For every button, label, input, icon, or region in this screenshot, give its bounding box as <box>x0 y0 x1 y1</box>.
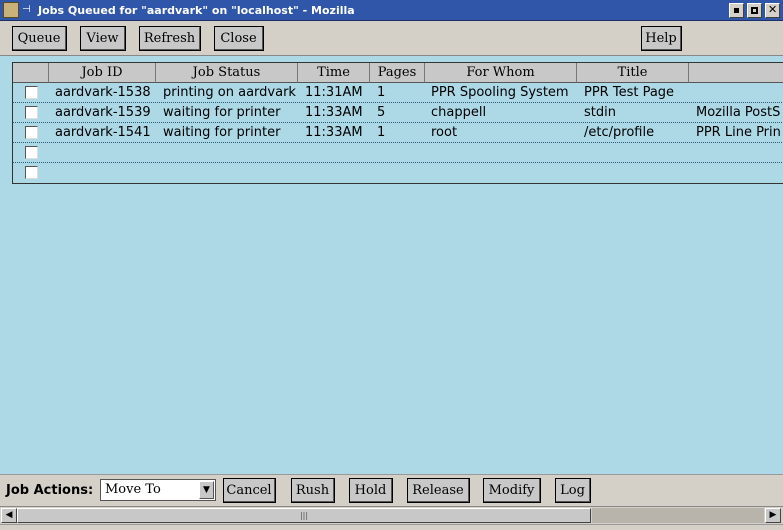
table-row[interactable]: aardvark-1539 waiting for printer 11:33A… <box>13 103 783 123</box>
maximize-icon[interactable] <box>747 2 762 18</box>
extra-cell: Mozilla PostS <box>696 105 781 120</box>
move-to-select[interactable]: Move To ▼ <box>100 479 216 501</box>
job-actions-bar: Job Actions: Move To ▼ Cancel Rush Hold … <box>0 474 783 506</box>
job-actions-label: Job Actions: <box>6 483 94 498</box>
row-checkbox[interactable] <box>25 166 38 179</box>
status-strip <box>0 524 783 530</box>
pages-cell: 1 <box>377 85 386 100</box>
close-icon[interactable] <box>765 2 780 18</box>
minimize-icon[interactable] <box>729 2 744 18</box>
table-row[interactable] <box>13 143 783 163</box>
move-to-value: Move To <box>105 482 161 497</box>
row-checkbox[interactable] <box>25 106 38 119</box>
queue-button[interactable]: Queue <box>12 26 67 51</box>
window-title: Jobs Queued for "aardvark" on "localhost… <box>38 3 355 17</box>
header-job-id[interactable]: Job ID <box>49 63 156 83</box>
row-checkbox[interactable] <box>25 86 38 99</box>
extra-cell: PPR Line Prin <box>696 125 781 140</box>
time-cell: 11:33AM <box>305 125 363 140</box>
header-time[interactable]: Time <box>298 63 370 83</box>
job-status-cell: printing on aardvark <box>163 85 296 100</box>
table-row[interactable]: aardvark-1538 printing on aardvark 11:31… <box>13 83 783 103</box>
time-cell: 11:33AM <box>305 105 363 120</box>
refresh-button[interactable]: Refresh <box>139 26 201 51</box>
job-status-cell: waiting for printer <box>163 105 281 120</box>
header-title[interactable]: Title <box>577 63 689 83</box>
close-button[interactable]: Close <box>214 26 264 51</box>
pages-cell: 1 <box>377 125 386 140</box>
job-status-cell: waiting for printer <box>163 125 281 140</box>
arrow-right-icon[interactable]: ▶ <box>765 508 781 523</box>
release-button[interactable]: Release <box>407 478 470 503</box>
chevron-down-icon[interactable]: ▼ <box>199 481 214 499</box>
row-checkbox[interactable] <box>25 126 38 139</box>
for-whom-cell: chappell <box>431 105 487 120</box>
modify-button[interactable]: Modify <box>483 478 541 503</box>
window-titlebar: ⊣ Jobs Queued for "aardvark" on "localho… <box>0 0 783 21</box>
job-id-cell: aardvark-1539 <box>55 105 151 120</box>
hold-button[interactable]: Hold <box>349 478 393 503</box>
job-id-cell: aardvark-1538 <box>55 85 151 100</box>
mozilla-app-icon[interactable] <box>3 2 19 18</box>
header-job-status[interactable]: Job Status <box>156 63 298 83</box>
cancel-button[interactable]: Cancel <box>223 478 276 503</box>
job-id-cell: aardvark-1541 <box>55 125 151 140</box>
log-button[interactable]: Log <box>555 478 591 503</box>
jobs-content-area: Job ID Job Status Time Pages For Whom Ti… <box>0 56 783 474</box>
arrow-left-icon[interactable]: ◀ <box>1 508 17 523</box>
header-extra[interactable] <box>689 63 783 83</box>
for-whom-cell: root <box>431 125 458 140</box>
header-pages[interactable]: Pages <box>370 63 425 83</box>
scrollbar-thumb[interactable]: ||| <box>17 508 591 523</box>
title-cell: stdin <box>584 105 616 120</box>
header-select <box>13 63 49 83</box>
title-cell: PPR Test Page <box>584 85 675 100</box>
table-row[interactable]: aardvark-1541 waiting for printer 11:33A… <box>13 123 783 143</box>
header-for-whom[interactable]: For Whom <box>425 63 577 83</box>
scrollbar-track[interactable] <box>592 508 764 523</box>
table-row[interactable] <box>13 163 783 183</box>
time-cell: 11:31AM <box>305 85 363 100</box>
view-button[interactable]: View <box>80 26 126 51</box>
pages-cell: 5 <box>377 105 386 120</box>
pin-icon[interactable]: ⊣ <box>22 4 34 16</box>
jobs-table: Job ID Job Status Time Pages For Whom Ti… <box>12 62 783 184</box>
for-whom-cell: PPR Spooling System <box>431 85 569 100</box>
help-button[interactable]: Help <box>641 26 682 51</box>
title-cell: /etc/profile <box>584 125 655 140</box>
horizontal-scrollbar[interactable]: ◀ ||| ▶ <box>0 506 783 524</box>
row-checkbox[interactable] <box>25 146 38 159</box>
rush-button[interactable]: Rush <box>291 478 335 503</box>
extra-cell <box>696 83 783 102</box>
toolbar: Queue View Refresh Close Help <box>0 21 783 56</box>
